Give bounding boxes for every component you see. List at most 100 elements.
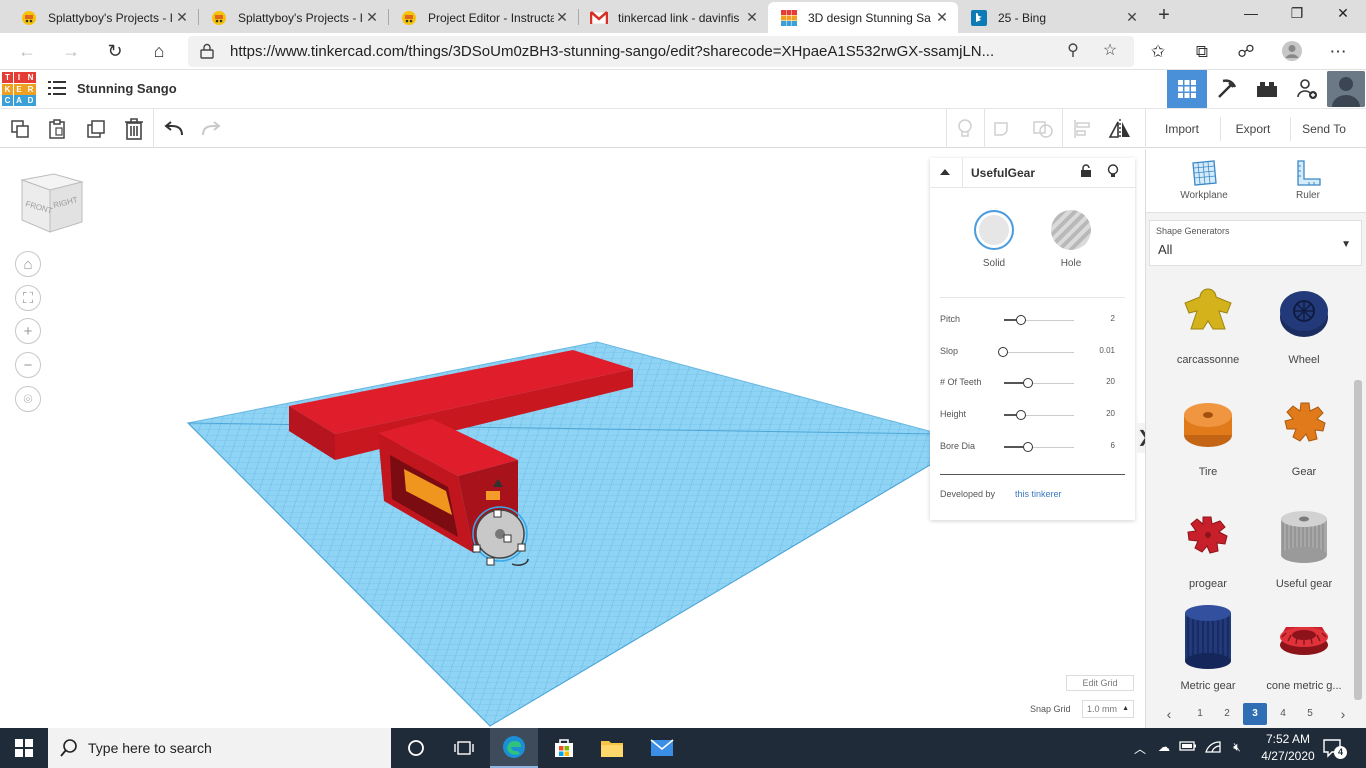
3d-view-button[interactable] [1167,70,1207,108]
param-value[interactable]: 6 [1111,441,1115,450]
copy-button[interactable] [8,117,32,141]
edit-grid-button[interactable]: Edit Grid [1066,675,1134,691]
delete-button[interactable] [122,117,146,141]
param-bore-dia[interactable]: Bore Dia 6 [940,439,1125,455]
send-to-button[interactable]: Send To [1294,117,1354,141]
close-tab-icon[interactable]: ✕ [934,9,950,26]
fit-view-button[interactable]: ⛶ [15,285,41,311]
workplane-tool[interactable]: Workplane [1174,159,1234,201]
edge-taskbar-button[interactable] [490,728,538,768]
favorite-star-icon[interactable]: ☆ [1099,40,1121,62]
resize-handle[interactable] [493,509,502,518]
zoom-out-button[interactable]: − [15,352,41,378]
hole-option[interactable]: Hole [1041,210,1101,269]
redo-button[interactable] [199,117,223,141]
zoom-icon[interactable]: ⚲ [1062,40,1084,62]
param-value[interactable]: 2 [1111,314,1115,323]
import-button[interactable]: Import [1152,117,1212,141]
show-hidden-icons-icon[interactable]: ︿ [1130,740,1150,756]
shape-carcassonne[interactable]: carcassonne [1160,277,1256,366]
shape-progear[interactable]: progear [1160,501,1256,590]
blocks-view-button[interactable] [1207,70,1247,108]
shape-useful-gear[interactable]: Useful gear [1256,501,1352,590]
invite-user-button[interactable] [1287,70,1327,108]
page-4-button[interactable]: 4 [1272,703,1294,725]
back-button[interactable]: ← [12,38,42,64]
tinkercad-logo[interactable]: T I N K E R C A D [2,72,36,106]
user-avatar[interactable] [1327,71,1365,107]
taskbar-search-box[interactable]: Type here to search [48,728,391,768]
close-tab-icon[interactable]: ✕ [554,9,570,26]
browser-tab-5-active[interactable]: 3D design Stunning Sa ✕ [768,2,958,33]
shape-generators-dropdown[interactable]: Shape Generators All ▼ [1149,220,1362,266]
minimize-window-button[interactable]: — [1228,0,1274,30]
param-value[interactable]: 20 [1106,409,1115,418]
notes-button[interactable] [953,117,977,141]
solid-option[interactable]: Solid [964,210,1024,269]
design-title[interactable]: Stunning Sango [77,81,177,96]
page-5-button[interactable]: 5 [1299,703,1321,725]
store-taskbar-button[interactable] [540,728,588,768]
resize-handle[interactable] [472,544,481,553]
browser-tab-1[interactable]: Splattyboy's Projects - I ✕ [8,2,198,33]
previous-page-icon[interactable]: ‹ [1162,703,1176,725]
refresh-button[interactable]: ↻ [100,38,130,64]
shape-wheel[interactable]: Wheel [1256,277,1352,366]
slider-knob[interactable] [998,347,1008,357]
action-center-button[interactable]: 4 [1322,738,1347,760]
forward-button[interactable]: → [56,38,86,64]
resize-handle[interactable] [486,557,495,566]
more-menu-icon[interactable]: ⋯ [1326,40,1350,64]
system-clock[interactable]: 7:52 AM 4/27/2020 [1256,731,1320,765]
align-button[interactable] [1070,117,1094,141]
param-slop[interactable]: Slop 0.01 [940,344,1125,360]
browser-tab-6[interactable]: 25 - Bing ✕ [958,2,1148,33]
ungroup-button[interactable] [1031,117,1055,141]
bricks-view-button[interactable] [1247,70,1287,108]
ruler-tool[interactable]: Ruler [1278,159,1338,201]
slider-knob[interactable] [1023,378,1033,388]
onedrive-icon[interactable]: ☁ [1154,740,1174,756]
shape-tire[interactable]: Tire [1160,389,1256,478]
collections-icon[interactable]: ⧉ [1190,40,1214,64]
lock-icon[interactable] [1080,164,1092,181]
cortana-button[interactable] [392,728,440,768]
home-button[interactable]: ⌂ [144,38,174,64]
browser-tab-4[interactable]: tinkercad link - davinfis ✕ [578,2,768,33]
snap-grid-select[interactable]: 1.0 mm ▲ [1082,700,1134,718]
close-tab-icon[interactable]: ✕ [174,9,190,26]
close-window-button[interactable]: ✕ [1320,0,1366,30]
slider-knob[interactable] [1016,410,1026,420]
view-cube[interactable]: FRONT RIGHT [18,170,84,239]
home-view-button[interactable]: ⌂ [15,251,41,277]
param-value[interactable]: 0.01 [1099,346,1115,355]
new-tab-button[interactable]: + [1153,5,1175,27]
next-page-icon[interactable]: › [1336,703,1350,725]
solid-swatch[interactable] [974,210,1014,250]
file-explorer-taskbar-button[interactable] [588,728,636,768]
page-1-button[interactable]: 1 [1189,703,1211,725]
shapes-scrollbar[interactable] [1354,380,1362,700]
page-2-button[interactable]: 2 [1216,703,1238,725]
browser-tab-2[interactable]: Splattyboy's Projects - I ✕ [198,2,388,33]
address-bar[interactable]: https://www.tinkercad.com/things/3DSoUm0… [188,36,1134,67]
shape-cone-metric-gear[interactable]: cone metric g... [1256,603,1352,692]
zoom-in-button[interactable]: + [15,318,41,344]
resize-handle[interactable] [517,543,526,552]
hole-swatch[interactable] [1051,210,1091,250]
slider-track[interactable] [1004,352,1074,353]
param-height[interactable]: Height 20 [940,407,1125,423]
design-list-icon[interactable] [48,80,66,96]
slider-knob[interactable] [1023,442,1033,452]
close-tab-icon[interactable]: ✕ [1124,9,1140,26]
resize-handle[interactable] [503,534,512,543]
slider-knob[interactable] [1016,315,1026,325]
perspective-toggle-button[interactable]: ⌾ [15,386,41,412]
start-button[interactable] [0,728,48,768]
lightbulb-icon[interactable] [1107,164,1119,182]
favorites-icon[interactable]: ✩ [1146,40,1170,64]
task-view-button[interactable] [440,728,488,768]
group-button[interactable] [992,117,1016,141]
param-teeth[interactable]: # Of Teeth 20 [940,375,1125,391]
profile-icon[interactable] [1280,40,1304,64]
